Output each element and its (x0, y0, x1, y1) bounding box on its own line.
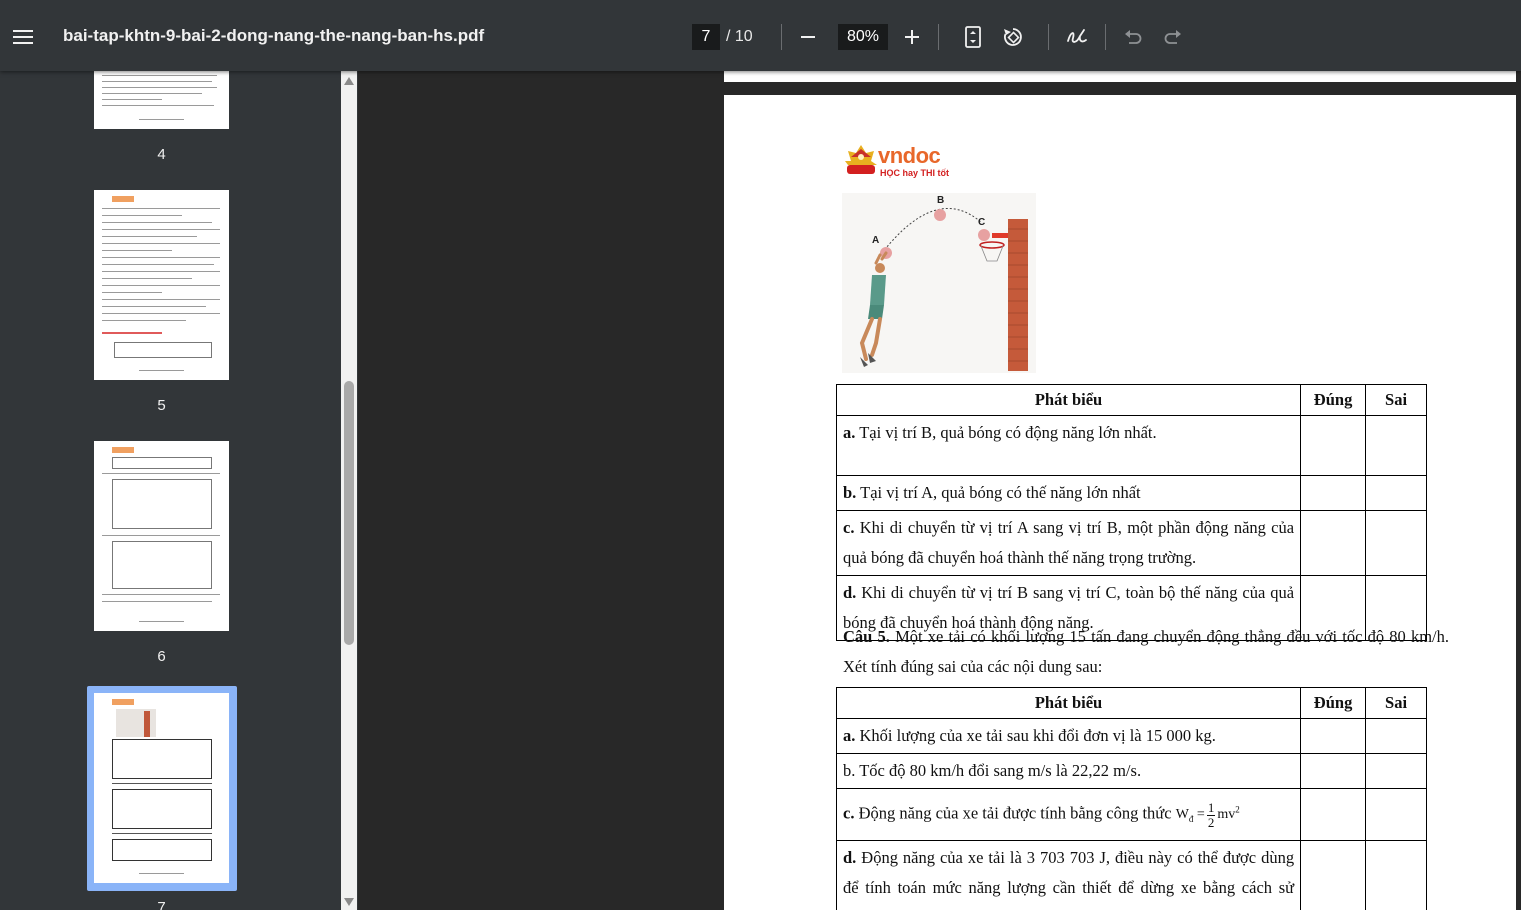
sidebar-scrollbar-thumb[interactable] (344, 381, 354, 645)
false-cell (1365, 510, 1427, 576)
true-cell (1300, 753, 1367, 789)
menu-icon[interactable] (6, 20, 40, 54)
thumbnail-label: 6 (157, 648, 166, 665)
false-cell (1365, 753, 1427, 789)
scroll-down-icon[interactable] (343, 897, 355, 907)
false-cell (1365, 840, 1427, 910)
scroll-up-icon[interactable] (343, 76, 355, 86)
toolbar-divider (938, 24, 939, 50)
figure-label-b: B (937, 195, 944, 206)
thumbnail-sidebar: 4 5 6 7 (0, 71, 358, 910)
previous-page-edge (724, 71, 1516, 82)
figure-label-c: C (978, 217, 985, 228)
column-header: Đúng (1300, 384, 1367, 416)
toolbar-divider (1105, 24, 1106, 50)
true-cell (1300, 788, 1367, 841)
true-cell (1300, 415, 1367, 476)
vndoc-logo: vndoc HỌC hay THI tốt (844, 143, 960, 183)
true-cell (1300, 718, 1367, 754)
table-row: d. Động năng của xe tải là 3 703 703 J, … (835, 840, 1427, 910)
statement-table-2: Phát biểu Đúng Sai a. Khối lượng của xe … (835, 687, 1427, 910)
table-row: a. Tại vị trí B, quả bóng có động năng l… (835, 415, 1427, 476)
undo-icon[interactable] (1117, 21, 1149, 53)
document-viewer[interactable]: vndoc HỌC hay THI tốt A B C Phát biểu Đú… (358, 71, 1521, 910)
redo-icon[interactable] (1157, 21, 1189, 53)
kinetic-energy-formula: Wđ = 1 2 mv2 (1175, 799, 1240, 830)
table-row: c. Khi di chuyển từ vị trí A sang vị trí… (835, 510, 1427, 576)
true-cell (1300, 840, 1367, 910)
page-total: / 10 (726, 28, 753, 45)
column-header: Đúng (1300, 687, 1367, 719)
document-title: bai-tap-khtn-9-bai-2-dong-nang-the-nang-… (63, 26, 485, 45)
false-cell (1365, 475, 1427, 511)
table-row: b. Tốc độ 80 km/h đổi sang m/s là 22,22 … (835, 753, 1427, 789)
pdf-page: vndoc HỌC hay THI tốt A B C Phát biểu Đú… (724, 95, 1516, 910)
column-header: Sai (1365, 384, 1427, 416)
thumbnail-page[interactable] (94, 441, 229, 631)
toolbar-divider (1048, 24, 1049, 50)
thumbnail-page[interactable] (94, 71, 229, 129)
rotate-icon[interactable] (997, 21, 1029, 53)
figure-label-a: A (872, 235, 879, 246)
true-cell (1300, 510, 1367, 576)
page-number-input[interactable]: 7 (692, 24, 720, 50)
basketball-illustration: A B C (842, 193, 1036, 373)
thumbnail-label: 5 (157, 397, 166, 414)
false-cell (1365, 788, 1427, 841)
false-cell (1365, 718, 1427, 754)
question-5-text: Câu 5. Một xe tải có khối lượng 15 tấn đ… (843, 627, 1449, 676)
thumbnail-label: 4 (157, 146, 166, 163)
draw-icon[interactable] (1061, 21, 1093, 53)
thumbnail-page-selected[interactable] (94, 693, 229, 883)
table-row: c. Động năng của xe tải được tính bằng c… (835, 788, 1427, 841)
toolbar-divider (781, 24, 782, 50)
true-cell (1300, 475, 1367, 511)
column-header: Phát biểu (835, 384, 1302, 416)
column-header: Phát biểu (835, 687, 1302, 719)
statement-table-1: Phát biểu Đúng Sai a. Tại vị trí B, quả … (835, 384, 1427, 641)
zoom-out-icon[interactable] (792, 21, 824, 53)
column-header: Sai (1365, 687, 1427, 719)
table-row: b. Tại vị trí A, quả bóng có thế năng lớ… (835, 475, 1427, 511)
zoom-in-icon[interactable] (896, 21, 928, 53)
thumbnail-page[interactable] (94, 190, 229, 380)
fit-page-icon[interactable] (957, 21, 989, 53)
false-cell (1365, 415, 1427, 476)
thumbnail-label: 7 (157, 899, 166, 910)
table-row: a. Khối lượng của xe tải sau khi đổi đơn… (835, 718, 1427, 754)
pdf-toolbar: bai-tap-khtn-9-bai-2-dong-nang-the-nang-… (0, 0, 1521, 71)
zoom-level-input[interactable]: 80% (838, 24, 888, 50)
